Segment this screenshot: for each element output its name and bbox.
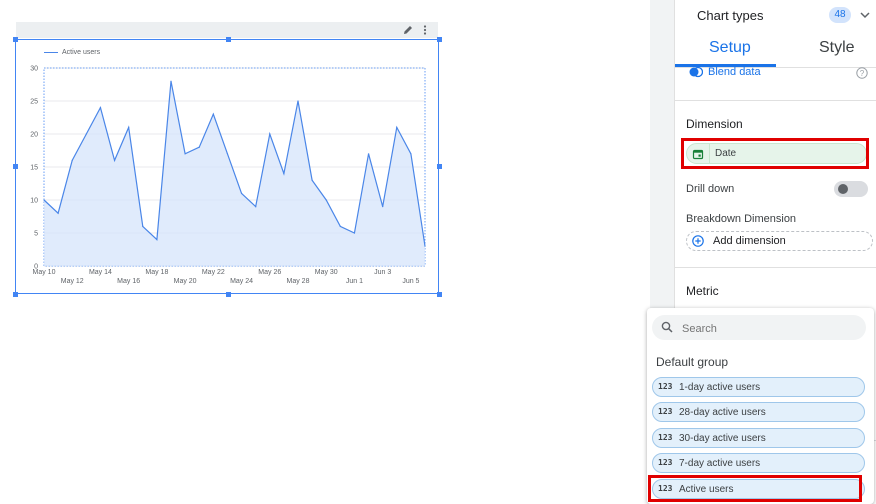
blend-data-button[interactable]: Blend data [689, 66, 761, 78]
x-tick-label: Jun 3 [374, 269, 391, 276]
y-tick-label: 5 [34, 231, 38, 238]
data-point [184, 153, 186, 155]
data-point [325, 199, 327, 201]
data-point [128, 126, 130, 128]
metric-heading: Metric [686, 284, 719, 298]
drill-down-label: Drill down [686, 183, 735, 195]
blend-data-label: Blend data [708, 66, 761, 78]
number-type-icon: 123 [658, 407, 673, 416]
metric-option-label: 7-day active users [679, 458, 761, 469]
x-tick-label: May 22 [202, 269, 225, 276]
data-point [43, 199, 45, 201]
x-tick-label: May 10 [33, 269, 56, 276]
svg-text:?: ? [860, 69, 865, 78]
metric-option-label: 30-day active users [679, 433, 766, 444]
data-point [212, 113, 214, 115]
data-point [297, 100, 299, 102]
data-point [339, 225, 341, 227]
y-tick-label: 30 [30, 66, 38, 73]
x-tick-label: May 16 [117, 278, 140, 285]
data-point [71, 159, 73, 161]
data-point [311, 179, 313, 181]
data-point [424, 245, 426, 247]
data-point [57, 212, 59, 214]
add-dimension-label: Add dimension [713, 235, 786, 247]
blend-icon [689, 66, 703, 78]
highlight-box-active-users [648, 475, 862, 502]
x-tick-label: May 18 [145, 269, 168, 276]
y-tick-label: 25 [30, 99, 38, 106]
x-tick-label: May 12 [61, 278, 84, 285]
chart-types-count-badge: 48 [829, 7, 851, 23]
toggle-knob [838, 184, 848, 194]
data-point [198, 146, 200, 148]
metric-option-label: 28-day active users [679, 407, 766, 418]
data-point [170, 80, 172, 82]
x-tick-label: Jun 5 [402, 278, 419, 285]
number-type-icon: 123 [658, 458, 673, 467]
metric-option[interactable]: 123 30-day active users [652, 428, 865, 448]
y-tick-label: 15 [30, 165, 38, 172]
number-type-icon: 123 [658, 382, 673, 391]
default-group-label: Default group [656, 355, 729, 369]
section-divider [675, 267, 876, 268]
metric-option[interactable]: 123 7-day active users [652, 453, 865, 473]
search-input[interactable] [680, 319, 864, 338]
data-point [156, 239, 158, 241]
data-point [240, 192, 243, 194]
number-type-icon: 123 [658, 433, 673, 442]
metric-search[interactable] [652, 315, 866, 340]
help-icon[interactable]: ? [856, 67, 868, 79]
tab-style[interactable]: Style [819, 39, 855, 57]
data-point [382, 206, 384, 208]
data-point [269, 133, 271, 135]
x-tick-label: May 20 [174, 278, 197, 285]
data-point [99, 107, 102, 109]
y-tick-label: 20 [30, 132, 38, 139]
data-point [367, 153, 370, 155]
dimension-heading: Dimension [686, 117, 743, 131]
metric-option[interactable]: 123 1-day active users [652, 377, 865, 397]
x-tick-label: May 28 [287, 278, 310, 285]
chart-types-label[interactable]: Chart types [697, 8, 763, 23]
data-point [353, 232, 356, 234]
x-tick-label: May 30 [315, 269, 338, 276]
highlight-box-dimension [681, 138, 869, 169]
section-divider [675, 100, 876, 101]
drill-down-toggle[interactable] [834, 181, 868, 197]
data-point [142, 225, 144, 227]
x-tick-label: May 26 [258, 269, 281, 276]
search-icon [661, 321, 673, 333]
data-point [396, 126, 398, 128]
data-point [255, 206, 257, 208]
add-dimension-button[interactable]: Add dimension [686, 231, 873, 251]
metric-option[interactable]: 123 28-day active users [652, 402, 865, 422]
chevron-down-icon[interactable] [859, 10, 871, 20]
y-tick-label: 10 [30, 198, 38, 205]
add-circle-icon [692, 235, 704, 247]
tab-setup[interactable]: Setup [709, 39, 751, 57]
x-tick-label: Jun 1 [346, 278, 363, 285]
data-point [85, 133, 87, 135]
x-tick-label: May 14 [89, 269, 112, 276]
data-point [410, 153, 412, 155]
data-point [283, 173, 285, 175]
metric-option-label: 1-day active users [679, 382, 761, 393]
data-point [113, 159, 116, 161]
breakdown-dimension-label: Breakdown Dimension [686, 213, 797, 225]
data-point [226, 153, 229, 155]
x-tick-label: May 24 [230, 278, 253, 285]
